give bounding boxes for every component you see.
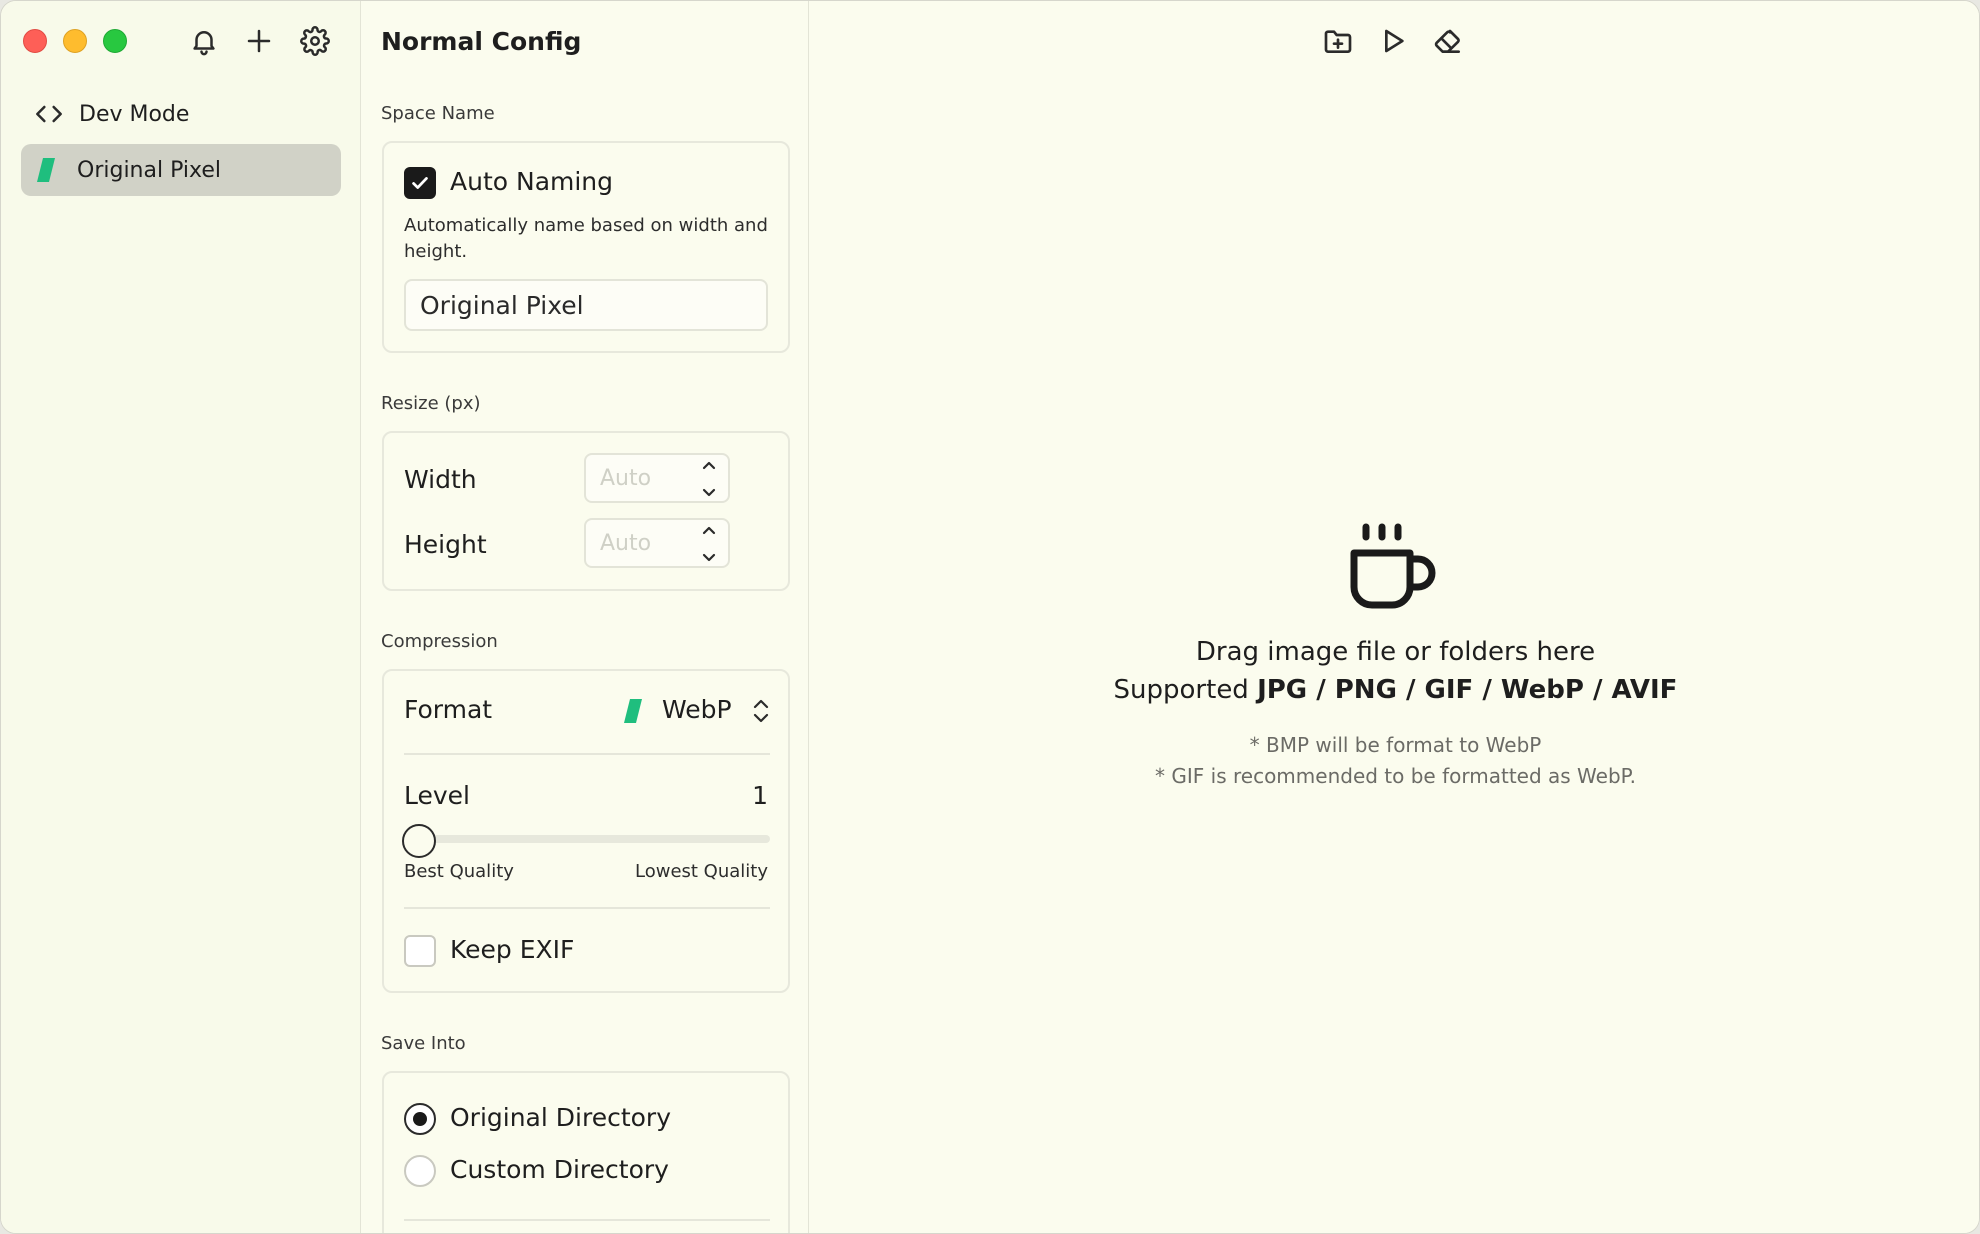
custom-directory-radio[interactable]	[404, 1155, 436, 1187]
resize-card: Width Auto Height Auto	[382, 431, 790, 591]
zoom-window-button[interactable]	[103, 29, 127, 53]
sidebar-item-original-pixel[interactable]: Original Pixel	[21, 144, 341, 196]
level-value: 1	[752, 781, 768, 810]
save-into-label: Save Into	[381, 1033, 466, 1054]
sidebar-item-label: Original Pixel	[77, 157, 221, 183]
minimize-window-button[interactable]	[63, 29, 87, 53]
format-label: Format	[404, 695, 493, 724]
chevron-up-icon[interactable]	[700, 522, 718, 540]
bmp-note: * BMP will be format to WebP	[1249, 733, 1542, 757]
height-stepper[interactable]: Auto	[584, 518, 730, 568]
folder-add-icon[interactable]	[1320, 23, 1356, 59]
width-stepper[interactable]: Auto	[584, 453, 730, 503]
level-label: Level	[404, 781, 470, 810]
eraser-icon[interactable]	[1430, 23, 1466, 59]
space-name-card: Auto Naming Automatically name based on …	[382, 141, 790, 353]
supported-prefix: Supported	[1113, 675, 1249, 705]
play-icon[interactable]	[1375, 23, 1411, 59]
bell-icon[interactable]	[188, 25, 220, 57]
height-placeholder: Auto	[600, 531, 652, 556]
custom-directory-label[interactable]: Custom Directory	[450, 1155, 669, 1184]
resize-label: Resize (px)	[381, 393, 481, 414]
webp-swatch-icon	[37, 158, 55, 182]
width-placeholder: Auto	[600, 466, 652, 491]
code-brackets-icon	[36, 105, 62, 123]
format-select[interactable]: WebP	[624, 691, 774, 731]
gif-note: * GIF is recommended to be formatted as …	[1155, 764, 1636, 788]
sidebar: Dev Mode Original Pixel	[1, 1, 361, 1233]
space-name-input[interactable]: Original Pixel	[404, 279, 768, 331]
height-label: Height	[404, 530, 487, 559]
close-window-button[interactable]	[23, 29, 47, 53]
checkmark-icon	[412, 177, 428, 189]
save-into-card: Original Directory Custom Directory	[382, 1071, 790, 1233]
chevron-up-icon[interactable]	[700, 457, 718, 475]
auto-naming-description: Automatically name based on width and he…	[404, 215, 768, 262]
config-panel: Normal Config Space Name Auto Naming Aut…	[362, 1, 809, 1233]
chevron-down-icon[interactable]	[700, 548, 718, 566]
level-slider-thumb[interactable]	[402, 824, 436, 858]
lowest-quality-label: Lowest Quality	[635, 861, 768, 882]
divider	[404, 1219, 770, 1221]
webp-swatch-icon	[624, 699, 642, 723]
config-title: Normal Config	[381, 27, 582, 56]
sidebar-item-dev-mode[interactable]: Dev Mode	[21, 88, 341, 140]
best-quality-label: Best Quality	[404, 861, 514, 882]
keep-exif-checkbox[interactable]	[404, 935, 436, 967]
keep-exif-label: Keep EXIF	[450, 935, 575, 964]
divider	[404, 907, 770, 909]
compression-card: Format WebP Level 1 Best Quality Lowest …	[382, 669, 790, 993]
original-directory-label[interactable]: Original Directory	[450, 1103, 671, 1132]
width-label: Width	[404, 465, 477, 494]
level-slider-track[interactable]	[404, 835, 770, 843]
gear-icon[interactable]	[299, 25, 331, 57]
app-window: Dev Mode Original Pixel Normal Config Sp…	[0, 0, 1980, 1234]
sidebar-item-label: Dev Mode	[79, 101, 190, 127]
auto-naming-label: Auto Naming	[450, 167, 614, 196]
compression-label: Compression	[381, 631, 498, 652]
drop-title: Drag image file or folders here	[1195, 637, 1596, 667]
drop-area[interactable]: Drag image file or folders here Supporte…	[810, 1, 1979, 1233]
auto-naming-checkbox[interactable]	[404, 167, 436, 199]
space-name-label: Space Name	[381, 103, 495, 124]
chevron-down-icon[interactable]	[700, 483, 718, 501]
plus-icon[interactable]	[243, 25, 275, 57]
chevron-updown-icon	[753, 699, 769, 723]
divider	[404, 753, 770, 755]
supported-formats: JPG / PNG / GIF / WebP / AVIF	[1257, 675, 1678, 705]
format-value: WebP	[662, 695, 732, 724]
original-directory-radio[interactable]	[404, 1103, 436, 1135]
coffee-cup-icon	[1346, 523, 1442, 613]
supported-formats-line: Supported JPG / PNG / GIF / WebP / AVIF	[810, 675, 1979, 705]
